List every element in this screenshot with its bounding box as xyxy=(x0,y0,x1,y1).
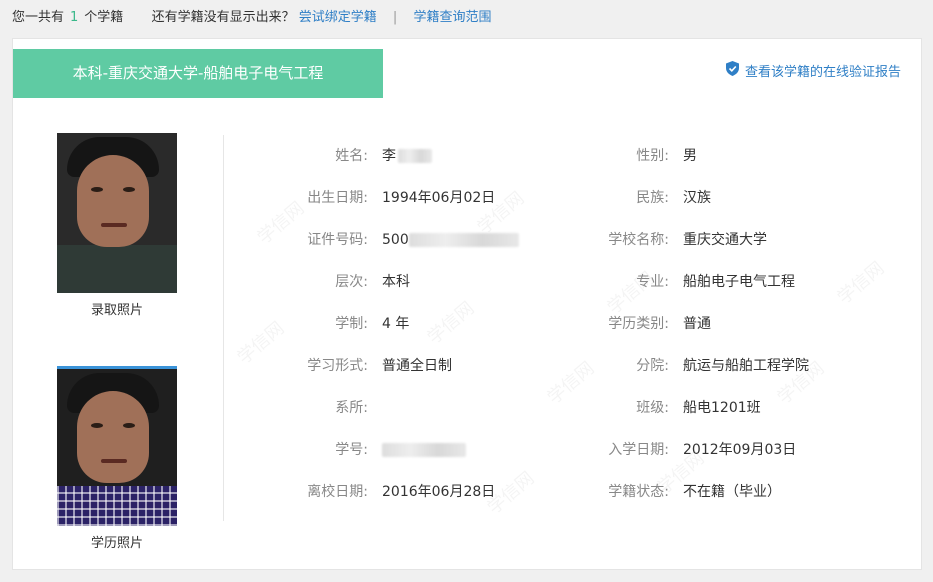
field-label: 学制: xyxy=(335,316,368,332)
field-label: 学校名称: xyxy=(608,232,669,248)
field-row-id-number: 证件号码: 500 xyxy=(228,228,519,270)
field-row-duration: 学制: 4 年 xyxy=(228,312,519,354)
field-label: 学历类别: xyxy=(608,316,669,332)
photo-column: 录取照片 学历照片 xyxy=(57,133,177,554)
field-label: 性别: xyxy=(636,148,669,164)
field-value xyxy=(382,438,466,480)
field-label: 学籍状态: xyxy=(608,484,669,500)
field-value: 不在籍（毕业） xyxy=(683,484,781,500)
admission-photo-caption: 录取照片 xyxy=(90,303,143,318)
field-row-student-number: 学号: xyxy=(228,438,519,480)
record-summary-bar: 您一共有 1 个学籍 还有学籍没有显示出来？ 尝试绑定学籍 | 学籍查询范围 xyxy=(12,8,491,28)
admission-photo xyxy=(57,133,177,293)
field-label: 系所: xyxy=(335,400,368,416)
field-row-status: 学籍状态: 不在籍（毕业） xyxy=(533,480,809,522)
field-value: 船电1201班 xyxy=(683,400,761,416)
missing-records-question: 还有学籍没有显示出来？ xyxy=(151,10,295,25)
link-separator: | xyxy=(392,10,398,25)
bind-record-link[interactable]: 尝试绑定学籍 xyxy=(299,10,377,25)
verify-report-link[interactable]: 查看该学籍的在线验证报告 xyxy=(725,61,901,80)
verify-report-label: 查看该学籍的在线验证报告 xyxy=(744,65,901,80)
field-row-degree-type: 学历类别: 普通 xyxy=(533,312,809,354)
field-label: 证件号码: xyxy=(307,232,368,248)
field-label: 层次: xyxy=(335,274,368,290)
field-row-gender: 性别: 男 xyxy=(533,144,809,186)
field-label: 离校日期: xyxy=(307,484,368,500)
field-row-name: 姓名: 李 xyxy=(228,144,519,186)
field-value: 4 年 xyxy=(382,316,410,332)
field-row-department: 系所: xyxy=(228,396,519,438)
field-label: 班级: xyxy=(636,400,669,416)
record-count: 1 xyxy=(70,10,79,25)
query-scope-link[interactable]: 学籍查询范围 xyxy=(413,10,491,25)
degree-photo xyxy=(57,366,177,526)
field-value: 李 xyxy=(382,144,432,186)
field-row-ethnicity: 民族: 汉族 xyxy=(533,186,809,228)
field-label: 出生日期: xyxy=(307,190,368,206)
field-label: 专业: xyxy=(636,274,669,290)
field-row-class: 班级: 船电1201班 xyxy=(533,396,809,438)
redacted-mask xyxy=(382,443,466,457)
field-value: 本科 xyxy=(382,274,410,290)
field-value: 2016年06月28日 xyxy=(382,484,496,500)
field-row-level: 层次: 本科 xyxy=(228,270,519,312)
field-value: 航运与船舶工程学院 xyxy=(683,358,809,374)
shield-check-icon xyxy=(725,61,739,80)
field-value: 1994年06月02日 xyxy=(382,190,496,206)
field-label: 民族: xyxy=(636,190,669,206)
field-row-major: 专业: 船舶电子电气工程 xyxy=(533,270,809,312)
field-value: 船舶电子电气工程 xyxy=(683,274,795,290)
field-row-leave-date: 离校日期: 2016年06月28日 xyxy=(228,480,519,522)
field-row-study-mode: 学习形式: 普通全日制 xyxy=(228,354,519,396)
field-label: 学号: xyxy=(335,442,368,458)
field-row-enroll-date: 入学日期: 2012年09月03日 xyxy=(533,438,809,480)
field-label: 入学日期: xyxy=(608,442,669,458)
field-value: 2012年09月03日 xyxy=(683,442,797,458)
field-label: 分院: xyxy=(636,358,669,374)
record-tab-title: 本科-重庆交通大学-船舶电子电气工程 xyxy=(72,64,324,82)
watermark: 学信网 xyxy=(831,255,889,310)
record-tab[interactable]: 本科-重庆交通大学-船舶电子电气工程 xyxy=(13,49,383,98)
field-value: 普通 xyxy=(683,316,711,332)
degree-photo-caption: 学历照片 xyxy=(90,536,143,551)
field-row-school: 学校名称: 重庆交通大学 xyxy=(533,228,809,270)
summary-suffix: 个学籍 xyxy=(84,10,124,25)
column-divider xyxy=(223,135,224,521)
student-record-card: 本科-重庆交通大学-船舶电子电气工程 查看该学籍的在线验证报告 学信网 学信网 … xyxy=(12,38,922,570)
field-label: 学习形式: xyxy=(307,358,368,374)
info-left-column: 姓名: 李 出生日期: 1994年06月02日 证件号码: 500 层次: 本科… xyxy=(228,144,519,522)
field-row-birthdate: 出生日期: 1994年06月02日 xyxy=(228,186,519,228)
field-value: 500 xyxy=(382,228,519,270)
field-row-college: 分院: 航运与船舶工程学院 xyxy=(533,354,809,396)
field-value: 重庆交通大学 xyxy=(683,232,767,248)
field-value: 汉族 xyxy=(683,190,711,206)
redacted-mask xyxy=(398,149,432,163)
field-value: 男 xyxy=(683,148,697,164)
field-value: 普通全日制 xyxy=(382,358,452,374)
field-label: 姓名: xyxy=(335,148,368,164)
info-right-column: 性别: 男 民族: 汉族 学校名称: 重庆交通大学 专业: 船舶电子电气工程 学… xyxy=(533,144,809,522)
redacted-mask xyxy=(408,233,519,247)
summary-prefix: 您一共有 xyxy=(12,10,65,25)
